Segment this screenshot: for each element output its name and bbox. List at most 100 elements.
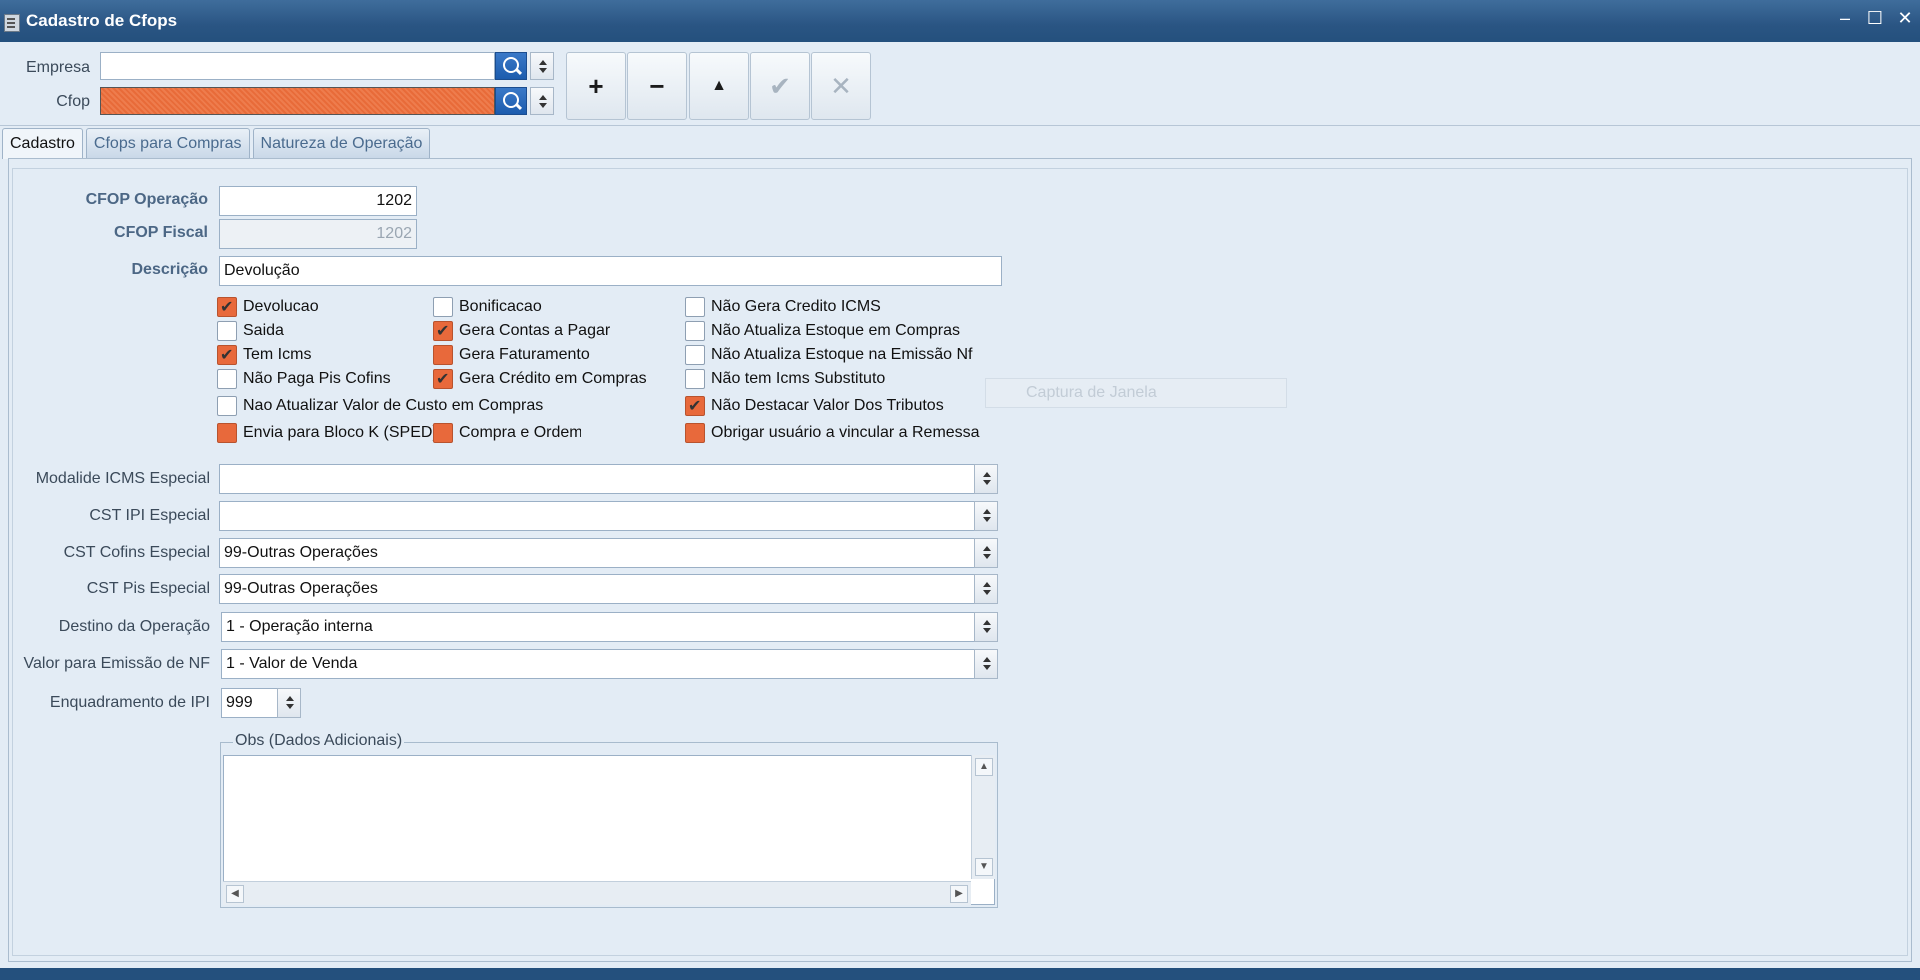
tab-natureza-operacao[interactable]: Natureza de Operação [252,128,431,158]
select-value: 99-Outras Operações [224,544,378,561]
checkbox-box[interactable] [217,321,237,341]
checkbox-nao-gera-credito-icms[interactable]: Não Gera Credito ICMS [685,297,881,317]
checkbox-gera-faturamento[interactable]: Gera Faturamento [433,345,590,365]
cfop-lookup [100,87,554,115]
checkbox-box[interactable] [433,321,453,341]
close-icon[interactable]: ✕ [1896,8,1914,29]
chevron-updown-icon[interactable] [974,649,998,679]
taskbar-strip [0,968,1920,980]
scroll-left-icon[interactable]: ◀ [226,885,244,903]
chevron-updown-icon[interactable] [974,501,998,531]
scroll-down-icon[interactable]: ▼ [975,858,993,876]
remove-button[interactable]: − [627,52,687,120]
checkbox-gera-contas-pagar[interactable]: Gera Contas a Pagar [433,321,610,341]
checkbox-nao-destacar-tributos[interactable]: Não Destacar Valor Dos Tributos [685,396,944,416]
empresa-label: Empresa [25,59,90,76]
scroll-right-icon[interactable]: ▶ [950,885,968,903]
checkbox-nao-atualizar-custo[interactable]: Nao Atualizar Valor de Custo em Compras [217,396,543,416]
cfop-spin-icon[interactable] [530,87,554,115]
lookup-bar: Empresa Cfop [0,42,1920,126]
empresa-input[interactable] [100,52,495,80]
checkbox-label: Envia para Bloco K (SPED) [243,424,438,441]
tab-bar: Cadastro Cfops para Compras Natureza de … [0,128,433,159]
scroll-up-icon[interactable]: ▲ [975,758,993,776]
checkbox-label: Não Gera Credito ICMS [711,298,881,315]
checkbox-box[interactable] [217,297,237,317]
checkbox-nao-paga-pis-cofins[interactable]: Não Paga Pis Cofins [217,369,391,389]
cst-ipi-label: CST IPI Especial [89,507,210,524]
vertical-scrollbar[interactable]: ▲ ▼ [971,755,995,879]
checkbox-label: Não Destacar Valor Dos Tributos [711,397,944,414]
minimize-icon[interactable]: – [1836,8,1854,29]
checkbox-box[interactable] [433,423,453,443]
cst-cofins-label: CST Cofins Especial [63,544,210,561]
window-title: Cadastro de Cfops [26,11,178,30]
checkbox-box[interactable] [433,345,453,365]
cst-pis-select[interactable]: 99-Outras Operações [219,574,998,604]
cfop-input[interactable] [100,87,495,115]
checkbox-label: Devolucao [243,298,319,315]
checkbox-box[interactable] [217,423,237,443]
checkbox-label: Tem Icms [243,346,312,363]
enquadramento-ipi-spinner[interactable]: 999 [221,688,301,718]
modalide-icms-select[interactable] [219,464,998,494]
checkbox-obrigar-vincular-remessa[interactable]: Obrigar usuário a vincular a Remessa [685,423,980,443]
select-value: 99-Outras Operações [224,580,378,597]
checkbox-label: Obrigar usuário a vincular a Remessa [711,424,980,441]
checkbox-saida[interactable]: Saida [217,321,284,341]
checkbox-bonificacao[interactable]: Bonificacao [433,297,542,317]
checkbox-nao-atualiza-estoque-compras[interactable]: Não Atualiza Estoque em Compras [685,321,960,341]
empresa-search-icon[interactable] [495,52,527,80]
tab-cfops-compras[interactable]: Cfops para Compras [85,128,250,158]
chevron-updown-icon[interactable] [277,688,301,718]
checkbox-gera-credito-compras[interactable]: Gera Crédito em Compras [433,369,647,389]
checkbox-label: Saida [243,322,284,339]
checkbox-box[interactable] [685,396,705,416]
cfop-search-icon[interactable] [495,87,527,115]
descricao-input[interactable]: Devolução [219,256,1002,286]
cst-cofins-select[interactable]: 99-Outras Operações [219,538,998,568]
checkbox-box[interactable] [685,369,705,389]
checkbox-nao-atualiza-estoque-emissao[interactable]: Não Atualiza Estoque na Emissão Nf [685,345,972,365]
checkbox-devolucao[interactable]: Devolucao [217,297,319,317]
checkbox-box[interactable] [217,396,237,416]
valor-emissao-select[interactable]: 1 - Valor de Venda [221,649,998,679]
checkbox-box[interactable] [685,321,705,341]
chevron-updown-icon[interactable] [974,612,998,642]
confirm-button[interactable]: ✔ [750,52,810,120]
checkbox-bloco-k[interactable]: Envia para Bloco K (SPED) [217,423,438,443]
checkbox-label: Não Atualiza Estoque na Emissão Nf [711,346,973,363]
up-button[interactable]: ▲ [689,52,749,120]
checkbox-box[interactable] [217,369,237,389]
modalide-icms-label: Modalide ICMS Especial [35,470,210,487]
cfop-operacao-input[interactable]: 1202 [219,186,417,216]
checkbox-nao-tem-icms-substituto[interactable]: Não tem Icms Substituto [685,369,885,389]
window-controls: – ☐ ✕ [1836,8,1914,29]
checkbox-box[interactable] [685,345,705,365]
cancel-button[interactable]: ✕ [811,52,871,120]
checkbox-box[interactable] [217,345,237,365]
checkbox-compra-ordem[interactable]: Compra e Ordem [433,423,581,443]
chevron-updown-icon[interactable] [974,538,998,568]
checkbox-box[interactable] [433,369,453,389]
spinner-value: 999 [226,694,253,711]
valor-emissao-label: Valor para Emissão de NF [23,655,210,672]
horizontal-scrollbar[interactable]: ◀ ▶ [223,881,971,905]
checkbox-box[interactable] [685,297,705,317]
cst-ipi-select[interactable] [219,501,998,531]
destino-operacao-select[interactable]: 1 - Operação interna [221,612,998,642]
chevron-updown-icon[interactable] [974,574,998,604]
chevron-updown-icon[interactable] [974,464,998,494]
checkbox-tem-icms[interactable]: Tem Icms [217,345,311,365]
cfop-fiscal-label: CFOP Fiscal [114,224,208,241]
cfop-fiscal-input: 1202 [219,219,417,249]
tab-cadastro[interactable]: Cadastro [2,128,83,159]
maximize-icon[interactable]: ☐ [1866,8,1884,29]
checkbox-box[interactable] [433,297,453,317]
checkbox-label: Não Paga Pis Cofins [243,370,391,387]
empresa-spin-icon[interactable] [530,52,554,80]
checkbox-box[interactable] [685,423,705,443]
checkbox-label: Não Atualiza Estoque em Compras [711,322,961,339]
enquadramento-ipi-label: Enquadramento de IPI [49,694,210,711]
add-button[interactable]: + [566,52,626,120]
